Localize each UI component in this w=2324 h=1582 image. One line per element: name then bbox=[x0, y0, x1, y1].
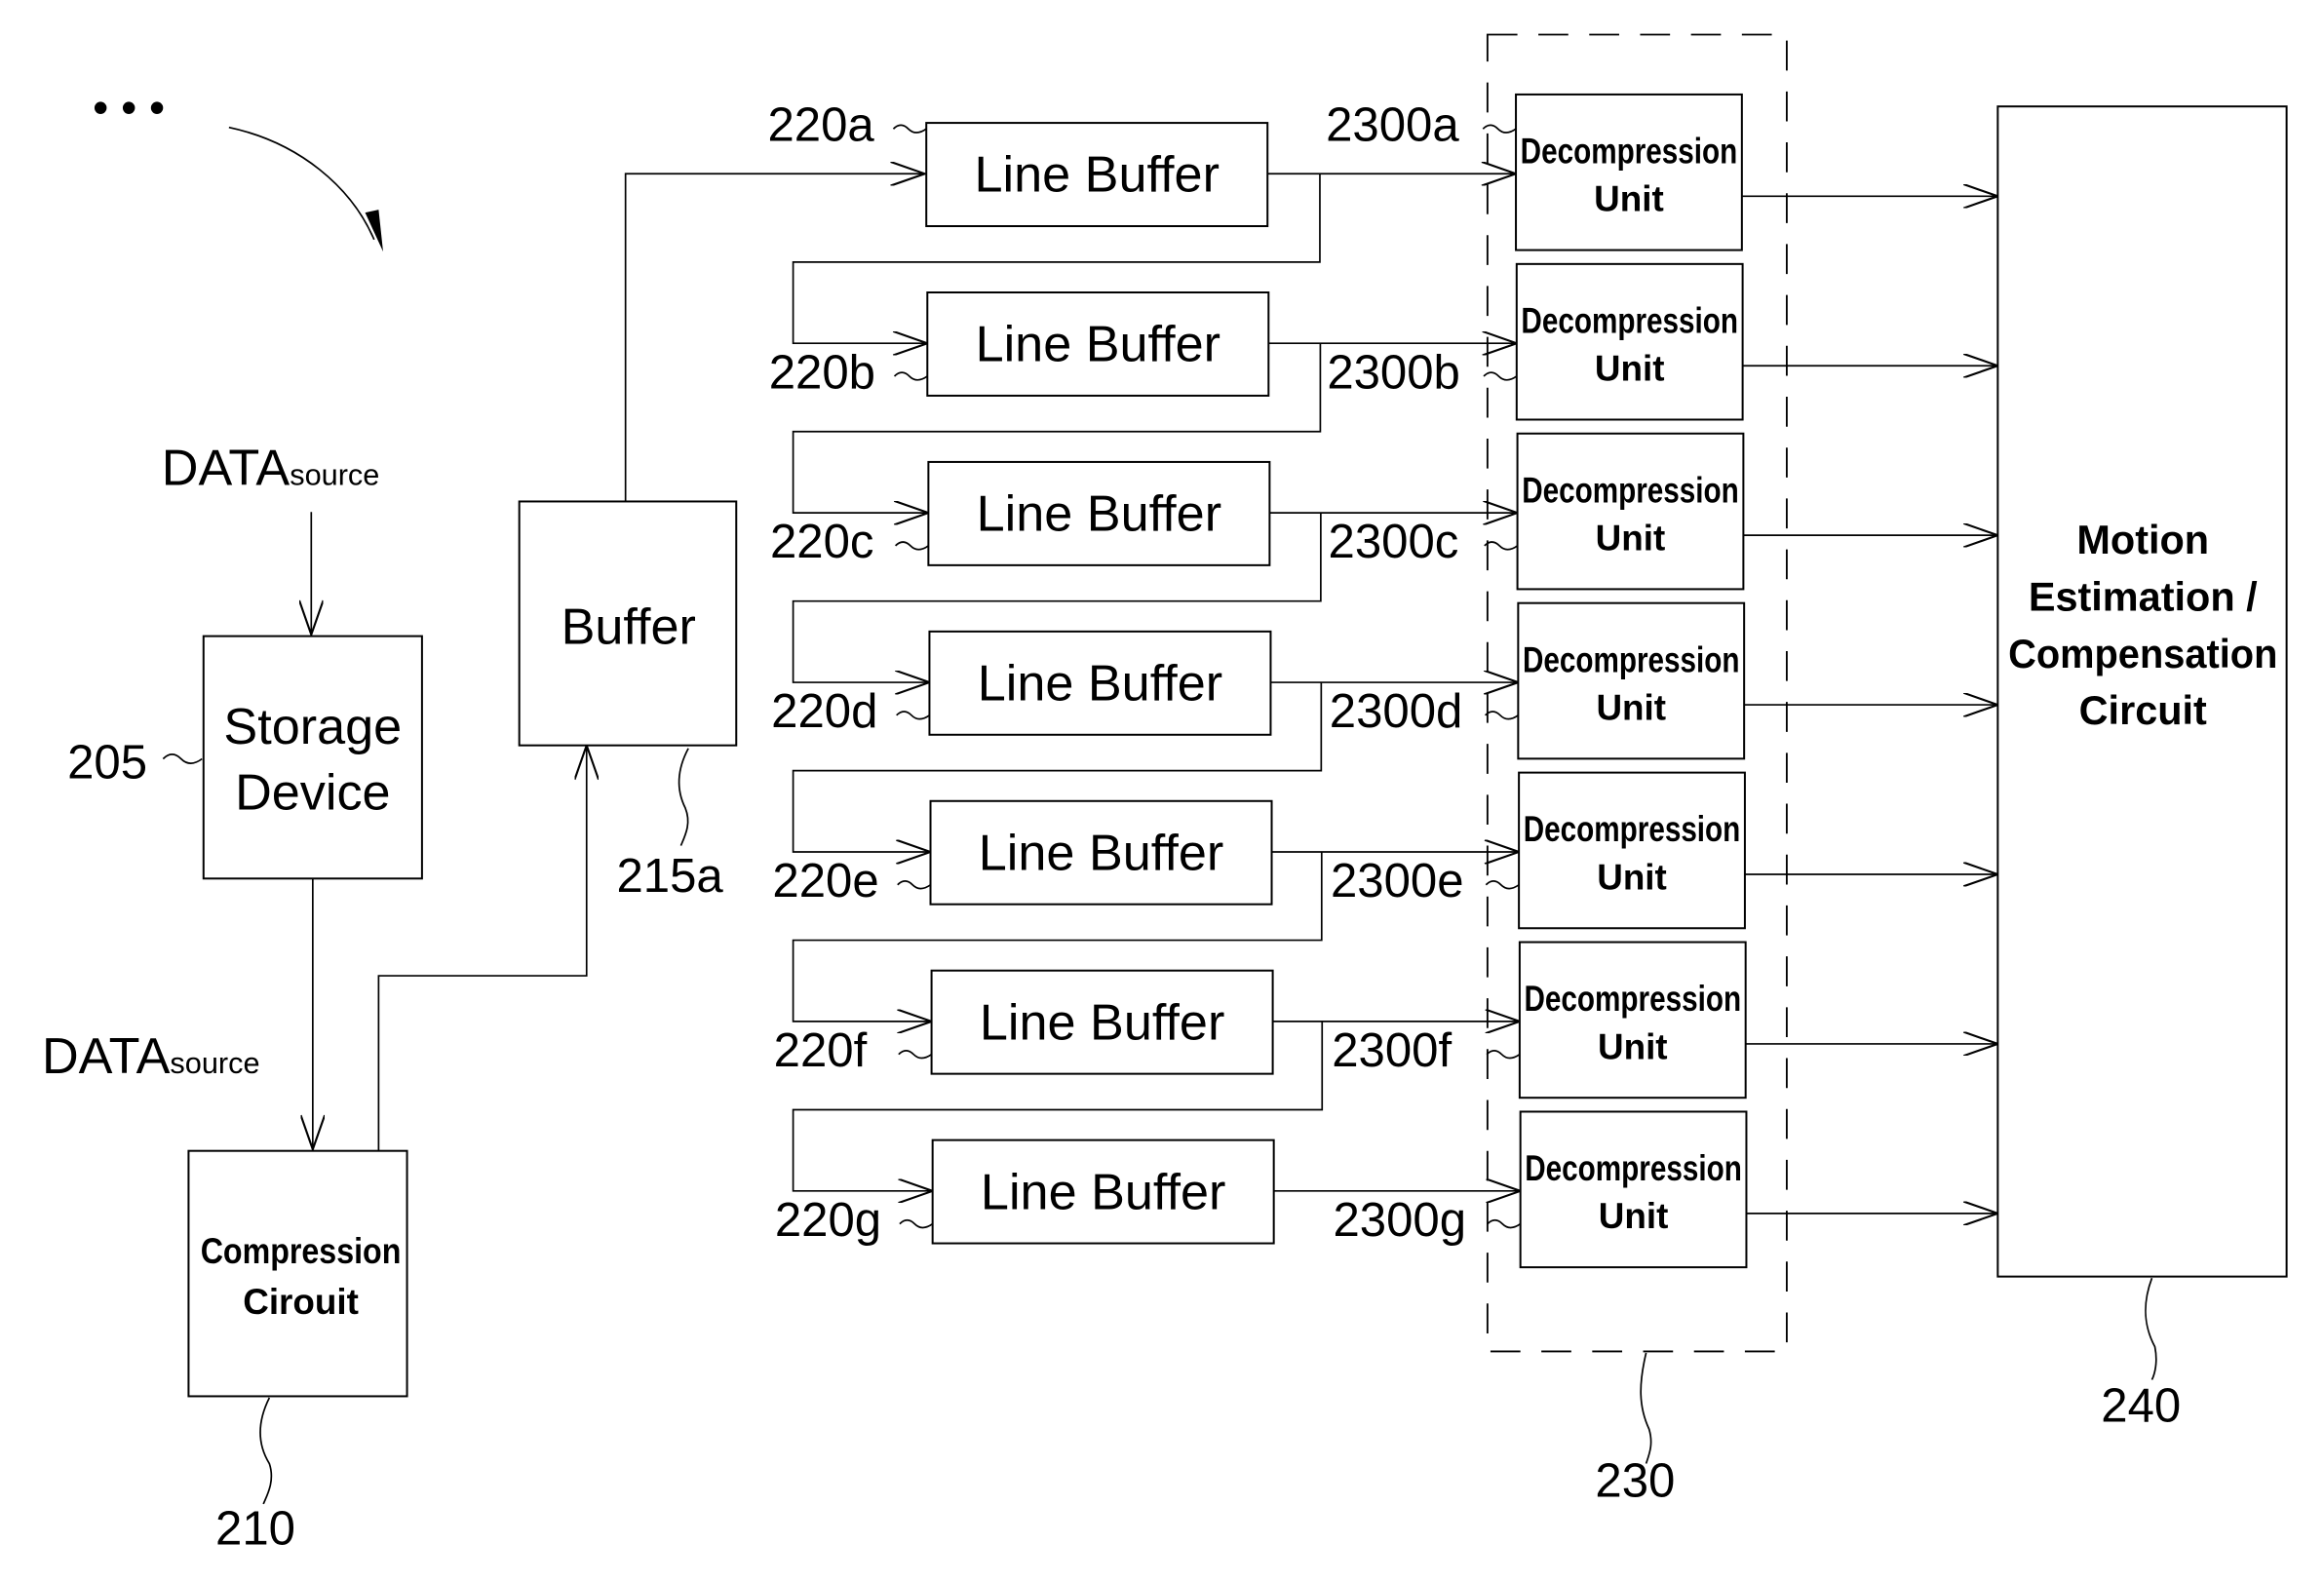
decompression-unit-ref: 2300b bbox=[1327, 346, 1460, 399]
line-buffer-ref: 220c bbox=[770, 516, 874, 568]
line-buffer-block[interactable]: Line Buffer bbox=[925, 122, 1269, 228]
line-buffer-ref: 220f bbox=[774, 1024, 868, 1077]
decompression-unit-ref: 2300c bbox=[1329, 516, 1459, 568]
svg-text:Buffer: Buffer bbox=[562, 598, 696, 655]
leader-215a bbox=[678, 748, 689, 846]
decompression-unit-block[interactable]: Decompression Unit bbox=[1516, 432, 1745, 591]
line-buffer-block[interactable]: Line Buffer bbox=[926, 291, 1270, 397]
decompression-unit-block[interactable]: Decompression Unit bbox=[1518, 771, 1746, 930]
ref-230: 230 bbox=[1595, 1454, 1675, 1507]
svg-text:DATAsource: DATAsource bbox=[42, 1028, 260, 1085]
decompression-unit-label: Unit bbox=[1598, 1026, 1668, 1066]
leader-230 bbox=[1640, 1352, 1652, 1464]
svg-text:Circuit: Circuit bbox=[2079, 687, 2207, 733]
svg-text:Compression: Compression bbox=[201, 1231, 402, 1271]
buffer-block[interactable]: Buffer bbox=[518, 500, 738, 747]
svg-text:DATAsource: DATAsource bbox=[162, 441, 380, 497]
decompression-unit-label: Decompression bbox=[1522, 470, 1739, 510]
line-buffer-label: Line Buffer bbox=[976, 317, 1220, 373]
line-buffer-label: Line Buffer bbox=[978, 655, 1222, 712]
decompression-unit-block[interactable]: Decompression Unit bbox=[1517, 601, 1746, 760]
ref-205: 205 bbox=[67, 736, 147, 789]
ref-240: 240 bbox=[2101, 1380, 2181, 1433]
line-buffer-label: Line Buffer bbox=[977, 486, 1221, 543]
line-buffer-label: Line Buffer bbox=[981, 1164, 1225, 1220]
line-buffer-ref: 220d bbox=[771, 685, 877, 738]
line-buffer-block[interactable]: Line Buffer bbox=[930, 969, 1274, 1075]
data-source-label-top: DATAsource bbox=[162, 441, 380, 497]
leader-line-buffer bbox=[895, 541, 929, 551]
block-diagram: • • • DATAsource Storage Device 205 DATA… bbox=[42, 33, 2288, 1555]
leader-decompression-unit bbox=[1485, 880, 1520, 890]
leader-line-buffer bbox=[897, 880, 932, 890]
row-7: Line Buffer 220g Decompression Unit 2300g bbox=[775, 1110, 1997, 1269]
leader-decompression-unit bbox=[1487, 1218, 1522, 1229]
decompression-unit-ref: 2300a bbox=[1326, 99, 1459, 152]
leader-line-buffer bbox=[896, 711, 930, 720]
decompression-unit-block[interactable]: Decompression Unit bbox=[1515, 262, 1744, 421]
line-buffer-block[interactable]: Line Buffer bbox=[927, 460, 1271, 566]
decompression-unit-label: Unit bbox=[1596, 687, 1666, 727]
leader-decompression-unit bbox=[1482, 124, 1517, 134]
line-buffer-rows: Line Buffer 220a Decompression Unit 2300a Lin… bbox=[768, 93, 1998, 1269]
decompression-unit-label: Unit bbox=[1599, 1196, 1669, 1236]
svg-text:Compensation: Compensation bbox=[2008, 631, 2277, 676]
compression-circuit-block[interactable]: Compression Cirouit bbox=[187, 1149, 408, 1398]
continuation-dots: • • • bbox=[93, 82, 165, 133]
line-buffer-block[interactable]: Line Buffer bbox=[931, 1138, 1275, 1245]
leader-line-buffer bbox=[893, 371, 928, 381]
line-buffer-label: Line Buffer bbox=[980, 994, 1224, 1051]
decompression-unit-label: Decompression bbox=[1523, 639, 1740, 679]
buffer-to-linebuffer-arrow bbox=[624, 174, 925, 502]
storage-device-block[interactable]: Storage Device bbox=[202, 635, 423, 880]
line-buffer-block[interactable]: Line Buffer bbox=[929, 799, 1273, 906]
decompression-unit-ref: 2300e bbox=[1331, 855, 1464, 907]
leader-205 bbox=[162, 753, 203, 764]
motion-estimation-compensation-block[interactable]: Motion Estimation / Compensation Circuit bbox=[1996, 105, 2288, 1278]
line-buffer-label: Line Buffer bbox=[979, 825, 1223, 881]
decompression-unit-block[interactable]: Decompression Unit bbox=[1515, 93, 1743, 251]
leader-decompression-unit bbox=[1484, 541, 1519, 551]
svg-text:Motion: Motion bbox=[2076, 517, 2209, 562]
leader-decompression-unit bbox=[1484, 711, 1519, 720]
decompression-unit-block[interactable]: Decompression Unit bbox=[1519, 1110, 1748, 1269]
leader-240 bbox=[2145, 1277, 2157, 1380]
decompression-unit-label: Unit bbox=[1595, 349, 1665, 389]
decompression-unit-ref: 2300f bbox=[1332, 1024, 1452, 1077]
svg-text:Device: Device bbox=[235, 765, 391, 822]
decompression-unit-label: Decompression bbox=[1525, 1148, 1742, 1188]
svg-text:Storage: Storage bbox=[223, 699, 402, 755]
decompression-unit-ref: 2300g bbox=[1333, 1194, 1466, 1247]
line-buffer-ref: 220e bbox=[772, 855, 878, 907]
continuation-arrow bbox=[228, 126, 375, 241]
ref-210: 210 bbox=[215, 1502, 295, 1555]
line-buffer-ref: 220a bbox=[768, 99, 875, 152]
decompression-unit-block[interactable]: Decompression Unit bbox=[1518, 941, 1747, 1100]
svg-text:Estimation /: Estimation / bbox=[2029, 574, 2258, 620]
leader-line-buffer bbox=[899, 1218, 934, 1229]
line-buffer-label: Line Buffer bbox=[974, 147, 1219, 204]
decompression-unit-label: Decompression bbox=[1524, 809, 1741, 849]
leader-line-buffer bbox=[892, 124, 927, 134]
decompression-unit-label: Unit bbox=[1597, 857, 1667, 897]
decompression-unit-label: Unit bbox=[1596, 519, 1666, 559]
svg-text:Cirouit: Cirouit bbox=[243, 1282, 359, 1322]
line-buffer-ref: 220g bbox=[775, 1194, 881, 1247]
leader-decompression-unit bbox=[1486, 1050, 1521, 1060]
decompression-unit-label: Unit bbox=[1594, 179, 1664, 219]
leader-210 bbox=[259, 1397, 273, 1505]
leader-line-buffer bbox=[898, 1050, 933, 1060]
decompression-unit-ref: 2300d bbox=[1330, 685, 1463, 738]
line-buffer-block[interactable]: Line Buffer bbox=[928, 630, 1272, 736]
line-buffer-ref: 220b bbox=[769, 346, 875, 399]
decompression-unit-label: Decompression bbox=[1524, 979, 1741, 1019]
decompression-unit-label: Decompression bbox=[1521, 300, 1738, 340]
leader-decompression-unit bbox=[1483, 371, 1518, 381]
continuation-arrowhead-icon bbox=[365, 210, 383, 252]
ref-215a: 215a bbox=[616, 850, 723, 903]
decompression-unit-label: Decompression bbox=[1521, 132, 1738, 172]
data-source-label-bottom: DATAsource bbox=[42, 1028, 260, 1085]
